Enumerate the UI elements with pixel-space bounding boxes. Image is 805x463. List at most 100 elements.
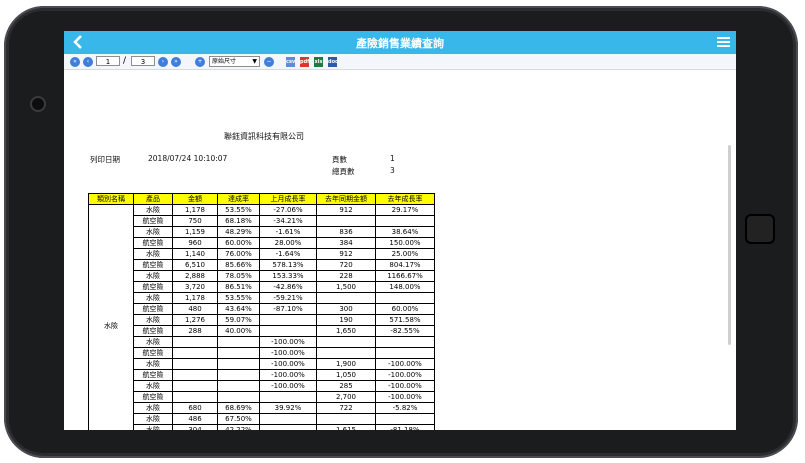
table-row: 水險 水險 1,178 53.55% -27.06% 912 29.17% [88, 204, 435, 430]
last-year-amount-cell: 190 [316, 314, 376, 326]
header-achievement: 達成率 [217, 193, 260, 205]
mom-growth-cell: -100.00% [259, 336, 317, 348]
mom-growth-cell [259, 314, 317, 326]
amount-cell: 3,720 [172, 281, 218, 293]
product-cell: 水險 [133, 424, 173, 430]
mom-growth-cell: -34.21% [259, 215, 317, 227]
mom-growth-cell: 28.00% [259, 237, 317, 249]
total-pages-field: 3 [131, 56, 155, 66]
product-cell: 水險 [133, 292, 173, 304]
zoom-in-icon[interactable]: + [195, 57, 205, 67]
last-year-amount-cell [316, 215, 376, 227]
menu-icon[interactable] [717, 37, 730, 48]
page-value: 1 [390, 154, 395, 163]
title-bar: 產險銷售業績查詢 [64, 31, 736, 54]
print-date-label: 列印日期 [90, 155, 120, 164]
yoy-growth-cell: 148.00% [375, 281, 435, 293]
achievement-cell [217, 369, 260, 381]
next-page-icon[interactable]: › [158, 57, 168, 67]
export-xls-icon[interactable]: xls [314, 57, 323, 67]
achievement-cell [217, 336, 260, 348]
last-year-amount-cell: 912 [316, 248, 376, 260]
amount-cell: 6,510 [172, 259, 218, 271]
total-pages-label: 總頁數 [332, 167, 355, 176]
product-cell: 航空險 [133, 391, 173, 403]
home-button[interactable] [745, 214, 775, 244]
amount-cell [172, 380, 218, 392]
yoy-growth-cell [375, 336, 435, 348]
header-category: 類別名稱 [88, 193, 134, 205]
table-row: 水險 -100.00% 285 -100.00% [89, 380, 435, 392]
header-amount: 金額 [172, 193, 218, 205]
last-year-amount-cell: 1,650 [316, 325, 376, 337]
yoy-growth-cell: 571.58% [375, 314, 435, 326]
first-page-icon[interactable]: « [70, 57, 80, 67]
table-body: 水險 水險 1,178 53.55% -27.06% 912 29.17% 航空險 750 68.… [88, 204, 435, 430]
sales-table: 類別名稱 產品 金額 達成率 上月成長率 去年同期金額 去年成長率 水險 水險 1,… [88, 193, 435, 430]
achievement-cell [217, 358, 260, 370]
mom-growth-cell [259, 325, 317, 337]
amount-cell [172, 369, 218, 381]
product-cell: 水險 [133, 204, 173, 216]
zoom-select[interactable]: 原始尺寸 ▼ [209, 56, 260, 67]
amount-cell: 288 [172, 325, 218, 337]
export-doc-icon[interactable]: doc [328, 57, 338, 67]
zoom-out-icon[interactable]: − [264, 57, 274, 67]
last-year-amount-cell: 2,700 [316, 391, 376, 403]
page-separator: / [123, 56, 127, 66]
page-label: 頁數 [332, 155, 347, 164]
achievement-cell: 59.07% [217, 314, 260, 326]
last-year-amount-cell: 1,900 [316, 358, 376, 370]
export-pdf-icon[interactable]: pdf [300, 57, 309, 67]
achievement-cell: 53.55% [217, 204, 260, 216]
achievement-cell: 68.69% [217, 402, 260, 414]
mom-growth-cell [259, 424, 317, 430]
last-year-amount-cell [316, 292, 376, 304]
chevron-down-icon: ▼ [252, 58, 257, 65]
achievement-cell [217, 380, 260, 392]
mom-growth-cell: 153.33% [259, 270, 317, 282]
product-cell: 水險 [133, 413, 173, 425]
header-product: 產品 [133, 193, 173, 205]
table-row: 航空險 288 40.00% 1,650 -82.55% [89, 325, 435, 337]
last-page-icon[interactable]: » [171, 57, 181, 67]
print-date-value: 2018/07/24 10:10:07 [148, 154, 228, 163]
product-cell: 航空險 [133, 281, 173, 293]
yoy-growth-cell: -100.00% [375, 380, 435, 392]
amount-cell: 1,178 [172, 292, 218, 304]
mom-growth-cell: -1.61% [259, 226, 317, 238]
yoy-growth-cell [375, 413, 435, 425]
table-header-row: 類別名稱 產品 金額 達成率 上月成長率 去年同期金額 去年成長率 [88, 193, 435, 205]
vertical-scrollbar[interactable] [728, 145, 731, 345]
yoy-growth-cell: -100.00% [375, 391, 435, 403]
mom-growth-cell: -27.06% [259, 204, 317, 216]
last-year-amount-cell: 300 [316, 303, 376, 315]
mom-growth-cell: -42.86% [259, 281, 317, 293]
product-cell: 航空險 [133, 369, 173, 381]
last-year-amount-cell: 912 [316, 204, 376, 216]
prev-page-icon[interactable]: ‹ [83, 57, 93, 67]
amount-cell: 304 [172, 424, 218, 430]
amount-cell: 480 [172, 303, 218, 315]
last-year-amount-cell: 1,500 [316, 281, 376, 293]
amount-cell: 1,159 [172, 226, 218, 238]
achievement-cell: 68.18% [217, 215, 260, 227]
achievement-cell: 43.64% [217, 303, 260, 315]
achievement-cell: 60.00% [217, 237, 260, 249]
yoy-growth-cell: -100.00% [375, 358, 435, 370]
amount-cell: 1,140 [172, 248, 218, 260]
current-page-input[interactable]: 1 [96, 56, 120, 66]
header-yoy-growth: 去年成長率 [375, 193, 435, 205]
report-document: 聯鈺資訊科技有限公司 列印日期 2018/07/24 10:10:07 頁數 1… [64, 70, 736, 430]
product-cell: 航空險 [133, 215, 173, 227]
mom-growth-cell: -87.10% [259, 303, 317, 315]
table-row: 水險 1,178 53.55% -59.21% [89, 292, 435, 304]
screen: 產險銷售業績查詢 « ‹ 1 / 3 › » + 原始尺寸 ▼ − csv pdf… [64, 31, 736, 430]
product-cell: 水險 [133, 248, 173, 260]
last-year-amount-cell [316, 347, 376, 359]
last-year-amount-cell [316, 413, 376, 425]
product-cell: 航空險 [133, 347, 173, 359]
export-csv-icon[interactable]: csv [286, 57, 295, 67]
amount-cell: 1,178 [172, 204, 218, 216]
yoy-growth-cell: 25.00% [375, 248, 435, 260]
